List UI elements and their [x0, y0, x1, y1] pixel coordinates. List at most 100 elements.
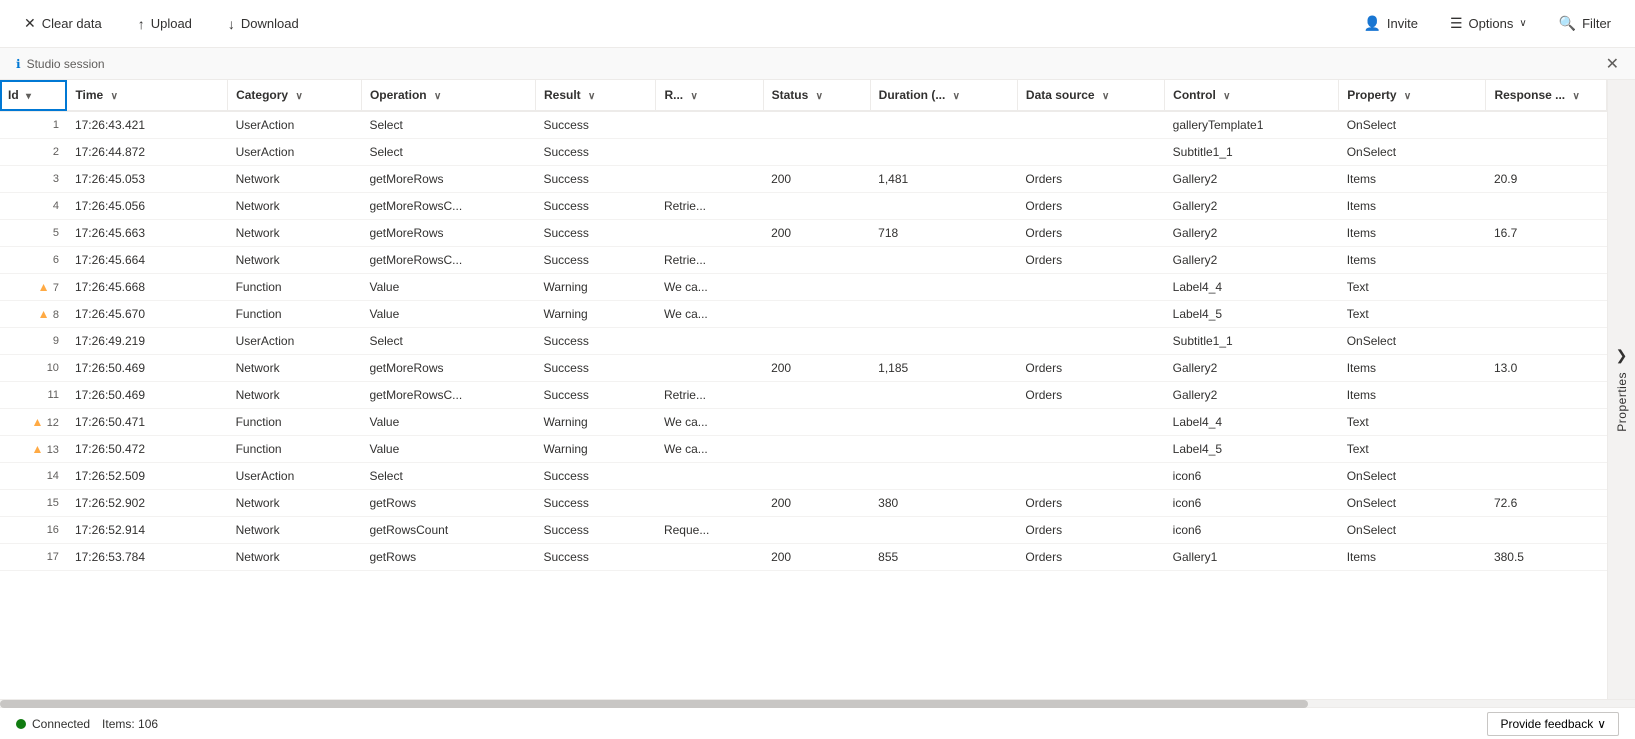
cell-category: Network: [228, 166, 362, 193]
cell-property: OnSelect: [1339, 490, 1486, 517]
table-body: 117:26:43.421UserActionSelectSuccessgall…: [0, 111, 1607, 571]
col-header-category[interactable]: Category ∨: [228, 80, 362, 111]
options-button[interactable]: ☰ Options ∨: [1442, 11, 1535, 36]
cell-time: 17:26:52.509: [67, 463, 228, 490]
cell-property: Items: [1339, 544, 1486, 571]
table-row[interactable]: 517:26:45.663NetworkgetMoreRowsSuccess20…: [0, 220, 1607, 247]
cell-id: 17: [0, 544, 67, 571]
cell-r: We ca...: [656, 301, 763, 328]
sort-icon-duration: ∨: [953, 91, 960, 102]
cell-response: 20.9: [1486, 166, 1607, 193]
download-button[interactable]: ↓ Download: [220, 12, 307, 36]
table-row[interactable]: 1517:26:52.902NetworkgetRowsSuccess20038…: [0, 490, 1607, 517]
table-row[interactable]: 417:26:45.056NetworkgetMoreRowsC...Succe…: [0, 193, 1607, 220]
side-panel[interactable]: ❯ Properties: [1607, 80, 1635, 699]
cell-id: ▲ 8: [0, 301, 67, 328]
table-row[interactable]: 1417:26:52.509UserActionSelectSuccessico…: [0, 463, 1607, 490]
cell-operation: Value: [361, 274, 535, 301]
cell-response: [1486, 517, 1607, 544]
col-header-datasource[interactable]: Data source ∨: [1017, 80, 1164, 111]
table-row[interactable]: ▲ 817:26:45.670FunctionValueWarningWe ca…: [0, 301, 1607, 328]
cell-response: [1486, 463, 1607, 490]
cell-property: Text: [1339, 301, 1486, 328]
cell-control: Gallery1: [1165, 544, 1339, 571]
cell-property: OnSelect: [1339, 328, 1486, 355]
cell-duration: 1,481: [870, 166, 1017, 193]
horizontal-scrollbar[interactable]: [0, 699, 1635, 707]
table-row[interactable]: 917:26:49.219UserActionSelectSuccessSubt…: [0, 328, 1607, 355]
col-header-control[interactable]: Control ∨: [1165, 80, 1339, 111]
cell-category: UserAction: [228, 463, 362, 490]
col-header-operation[interactable]: Operation ∨: [361, 80, 535, 111]
filter-label: Filter: [1582, 16, 1611, 31]
table-row[interactable]: 317:26:45.053NetworkgetMoreRowsSuccess20…: [0, 166, 1607, 193]
cell-category: UserAction: [228, 111, 362, 139]
close-button[interactable]: ✕: [1606, 54, 1619, 74]
cell-response: [1486, 247, 1607, 274]
cell-duration: [870, 463, 1017, 490]
col-header-property[interactable]: Property ∨: [1339, 80, 1486, 111]
upload-button[interactable]: ↑ Upload: [130, 12, 200, 36]
table-scroll[interactable]: Id ▾ Time ∨ Category ∨ Operation ∨ Resul: [0, 80, 1607, 699]
cell-category: Function: [228, 436, 362, 463]
cell-result: Warning: [535, 274, 655, 301]
table-row[interactable]: 617:26:45.664NetworkgetMoreRowsC...Succe…: [0, 247, 1607, 274]
cell-result: Success: [535, 111, 655, 139]
cell-time: 17:26:50.471: [67, 409, 228, 436]
clear-data-button[interactable]: ✕ Clear data: [16, 11, 110, 36]
cell-property: Text: [1339, 436, 1486, 463]
filter-button[interactable]: 🔍 Filter: [1551, 11, 1619, 36]
cell-operation: getMoreRowsC...: [361, 382, 535, 409]
cell-datasource: [1017, 328, 1164, 355]
table-row[interactable]: 117:26:43.421UserActionSelectSuccessgall…: [0, 111, 1607, 139]
table-row[interactable]: 217:26:44.872UserActionSelectSuccessSubt…: [0, 139, 1607, 166]
invite-button[interactable]: 👤 Invite: [1355, 11, 1426, 36]
session-bar: ℹ Studio session ✕: [0, 48, 1635, 80]
sort-icon-property: ∨: [1404, 91, 1411, 102]
sort-icon-control: ∨: [1223, 91, 1230, 102]
cell-id: 14: [0, 463, 67, 490]
table-row[interactable]: ▲ 1317:26:50.472FunctionValueWarningWe c…: [0, 436, 1607, 463]
table-row[interactable]: ▲ 717:26:45.668FunctionValueWarningWe ca…: [0, 274, 1607, 301]
table-row[interactable]: 1717:26:53.784NetworkgetRowsSuccess20085…: [0, 544, 1607, 571]
main-area: Id ▾ Time ∨ Category ∨ Operation ∨ Resul: [0, 80, 1635, 699]
connected-label: Connected: [32, 717, 90, 731]
cell-id: 15: [0, 490, 67, 517]
table-row[interactable]: 1617:26:52.914NetworkgetRowsCountSuccess…: [0, 517, 1607, 544]
cell-control: Gallery2: [1165, 355, 1339, 382]
col-header-r[interactable]: R... ∨: [656, 80, 763, 111]
side-panel-arrow-icon: ❯: [1616, 347, 1628, 364]
cell-status: [763, 111, 870, 139]
cell-category: Network: [228, 355, 362, 382]
cell-category: Network: [228, 544, 362, 571]
table-row[interactable]: 1017:26:50.469NetworkgetMoreRowsSuccess2…: [0, 355, 1607, 382]
cell-status: 200: [763, 166, 870, 193]
feedback-button[interactable]: Provide feedback ∨: [1487, 712, 1619, 736]
col-header-status[interactable]: Status ∨: [763, 80, 870, 111]
table-row[interactable]: ▲ 1217:26:50.471FunctionValueWarningWe c…: [0, 409, 1607, 436]
cell-result: Success: [535, 139, 655, 166]
cell-datasource: [1017, 463, 1164, 490]
cell-duration: 718: [870, 220, 1017, 247]
col-header-result[interactable]: Result ∨: [535, 80, 655, 111]
col-header-id[interactable]: Id ▾: [0, 80, 67, 111]
sort-icon-id: ▾: [26, 91, 31, 102]
cell-status: [763, 382, 870, 409]
col-header-time[interactable]: Time ∨: [67, 80, 228, 111]
cell-response: 72.6: [1486, 490, 1607, 517]
col-header-duration[interactable]: Duration (... ∨: [870, 80, 1017, 111]
cell-duration: 380: [870, 490, 1017, 517]
cell-property: OnSelect: [1339, 517, 1486, 544]
cell-duration: [870, 436, 1017, 463]
cell-datasource: [1017, 111, 1164, 139]
cell-r: Retrie...: [656, 193, 763, 220]
col-header-response[interactable]: Response ... ∨: [1486, 80, 1607, 111]
invite-label: Invite: [1387, 16, 1418, 31]
cell-status: 200: [763, 490, 870, 517]
cell-response: [1486, 139, 1607, 166]
cell-operation: getMoreRows: [361, 220, 535, 247]
upload-label: Upload: [151, 16, 192, 31]
table-row[interactable]: 1117:26:50.469NetworkgetMoreRowsC...Succ…: [0, 382, 1607, 409]
cell-duration: [870, 517, 1017, 544]
cell-control: Label4_5: [1165, 301, 1339, 328]
